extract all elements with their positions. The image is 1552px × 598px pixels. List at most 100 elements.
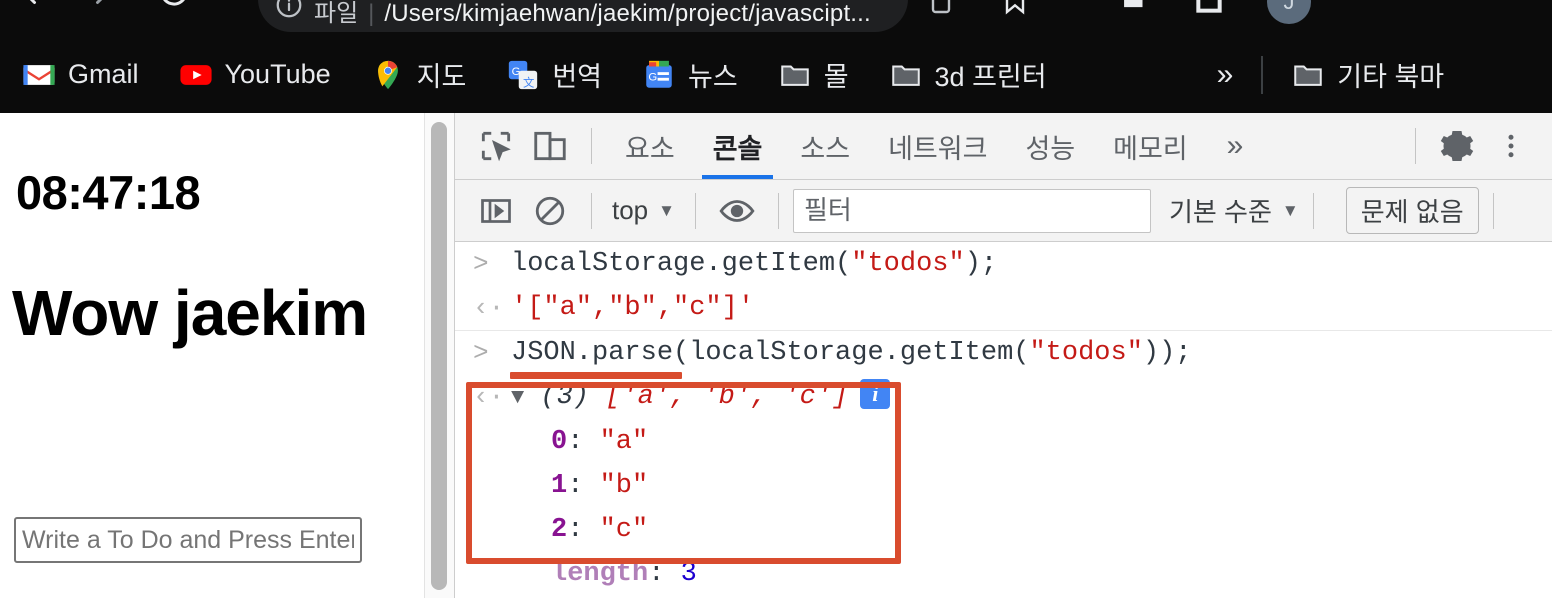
tab-memory[interactable]: 메모리 (1094, 113, 1207, 179)
share-icon[interactable] (925, 0, 957, 21)
property-value: "a" (599, 427, 649, 457)
bookmark-folder-mall[interactable]: 몰 (778, 55, 849, 94)
console-prompt-icon: > (473, 249, 489, 279)
device-toolbar-icon[interactable] (523, 119, 577, 173)
gmail-icon (22, 58, 56, 92)
back-arrow-icon[interactable] (12, 0, 48, 10)
execution-context-label: top (612, 195, 649, 225)
console-line-input[interactable]: > localStorage.getItem("todos"); (455, 242, 1552, 286)
tab-performance[interactable]: 성능 (1006, 113, 1094, 179)
svg-text:G: G (648, 71, 657, 83)
tab-console[interactable]: 콘솔 (694, 113, 782, 179)
tabs-overflow-button[interactable]: » (1207, 129, 1264, 163)
youtube-icon (179, 58, 213, 92)
array-property: 1: "b" (551, 471, 649, 501)
clock-display: 08:47:18 (16, 166, 201, 219)
google-maps-icon (371, 58, 405, 92)
array-property: 0: "a" (551, 427, 649, 457)
tab-network[interactable]: 네트워크 (869, 113, 1006, 179)
bookmark-star-icon[interactable] (999, 0, 1031, 21)
browser-window: 파일 | /Users/kimjaehwan/jaekim/project/ja… (0, 0, 1552, 598)
tab-elements[interactable]: 요소 (606, 113, 694, 179)
property-key: 1 (551, 471, 568, 501)
array-length-row[interactable]: length: 3 (455, 552, 1552, 596)
issues-status-button[interactable]: 문제 없음 (1345, 187, 1479, 234)
code-token: ); (964, 249, 998, 279)
url-separator: | (368, 0, 375, 27)
extension-puzzle-icon[interactable] (1117, 0, 1151, 22)
bookmark-label: 3d 프린터 (934, 62, 1047, 92)
console-line-input[interactable]: > JSON.parse(localStorage.getItem("todos… (455, 331, 1552, 375)
live-expression-eye-icon[interactable] (710, 184, 764, 238)
clear-console-icon[interactable] (523, 184, 577, 238)
devtools-panel: 요소 콘솔 소스 네트워크 성능 메모리 » top ▼ 필터 기본 수준 ▼ … (454, 113, 1552, 598)
page-heading: Wow jaekim (12, 277, 368, 349)
array-preview-text: ['a', 'b', 'c'] (605, 382, 849, 412)
array-preview: ▼ (3) ['a', 'b', 'c'] i (511, 375, 891, 420)
bookmarks-overflow-button[interactable]: » (1217, 58, 1234, 92)
annotation-underline (510, 372, 682, 379)
avatar[interactable]: J (1267, 0, 1311, 24)
bookmark-label: 뉴스 (688, 62, 738, 92)
gear-icon[interactable] (1430, 119, 1484, 173)
svg-text:G: G (512, 66, 521, 78)
address-bar[interactable]: 파일 | /Users/kimjaehwan/jaekim/project/ja… (258, 0, 908, 32)
forward-arrow-icon[interactable] (84, 0, 120, 10)
disclosure-triangle-icon[interactable]: ▼ (511, 376, 524, 420)
array-property-row[interactable]: 0: "a" (455, 420, 1552, 464)
info-badge-icon[interactable]: i (860, 379, 891, 409)
console-filter-input[interactable] (792, 188, 1151, 233)
bookmark-label: 몰 (823, 62, 849, 92)
devtools-toolbar-right (1401, 119, 1552, 173)
todo-input[interactable] (14, 517, 362, 563)
page-scrollbar-thumb[interactable] (431, 122, 447, 590)
google-news-icon: G (642, 58, 676, 92)
execution-context-selector[interactable]: top ▼ (606, 195, 681, 226)
log-level-selector[interactable]: 기본 수준 ▼ (1169, 192, 1299, 229)
bookmark-label: YouTube (224, 59, 331, 89)
inspect-cursor-icon[interactable] (469, 119, 523, 173)
bookmark-gmail[interactable]: Gmail (22, 58, 139, 92)
url-text: /Users/kimjaehwan/jaekim/project/javasci… (384, 0, 871, 27)
tab-sources[interactable]: 소스 (781, 113, 869, 179)
bookmark-news[interactable]: G 뉴스 (642, 55, 738, 94)
bookmark-maps[interactable]: 지도 (371, 55, 467, 94)
console-result-array-header[interactable]: ‹· ▼ (3) ['a', 'b', 'c'] i (455, 375, 1552, 420)
info-circle-icon[interactable] (274, 0, 304, 25)
bookmark-translate[interactable]: G文 번역 (506, 55, 602, 94)
bookmark-folder-3d-printer[interactable]: 3d 프린터 (889, 55, 1047, 94)
bookmarks-divider (1261, 55, 1264, 94)
bookmark-youtube[interactable]: YouTube (179, 58, 331, 92)
toolbar-divider (591, 128, 592, 164)
console-prompt-icon: > (473, 338, 489, 368)
code-token: '["a","b","c"]' (511, 293, 755, 323)
folder-icon (778, 58, 812, 92)
array-property-row[interactable]: 1: "b" (455, 464, 1552, 508)
devtools-toolbar: 요소 콘솔 소스 네트워크 성능 메모리 » (455, 113, 1552, 180)
console-output[interactable]: > localStorage.getItem("todos"); ‹· '["a… (455, 242, 1552, 598)
bookmark-label: 지도 (416, 62, 467, 92)
console-line-text: JSON.parse(localStorage.getItem("todos")… (511, 331, 1192, 375)
kebab-menu-icon[interactable] (1484, 119, 1538, 173)
window-square-icon[interactable] (1193, 0, 1225, 21)
array-property-row[interactable]: 2: "c" (455, 508, 1552, 552)
filterbar-divider (591, 192, 592, 229)
filterbar-divider (777, 192, 779, 229)
code-token: "todos" (851, 249, 965, 279)
bookmark-other-bookmarks[interactable]: 기타 북마 (1291, 55, 1444, 94)
code-token: )); (1142, 338, 1192, 368)
reload-icon[interactable] (156, 0, 192, 10)
browser-chrome: 파일 | /Users/kimjaehwan/jaekim/project/ja… (0, 0, 1552, 113)
bookmarks-bar: Gmail YouTube 지도 G文 번역 G 뉴스 몰 3d 프린터 » 기… (0, 36, 1552, 113)
console-line-output[interactable]: ‹· '["a","b","c"]' (455, 286, 1552, 331)
page-viewport: 08:47:18 Wow jaekim (0, 113, 424, 598)
code-token: localStorage.getItem( (511, 249, 852, 279)
folder-icon (1291, 58, 1325, 92)
property-value: "c" (599, 515, 649, 545)
navigation-buttons (12, 0, 192, 10)
page-scrollbar[interactable] (424, 113, 454, 598)
property-value: 3 (680, 559, 697, 589)
omnibox-action-icons: J (925, 0, 1311, 24)
console-return-icon: ‹· (473, 293, 505, 323)
console-sidebar-icon[interactable] (469, 184, 523, 238)
